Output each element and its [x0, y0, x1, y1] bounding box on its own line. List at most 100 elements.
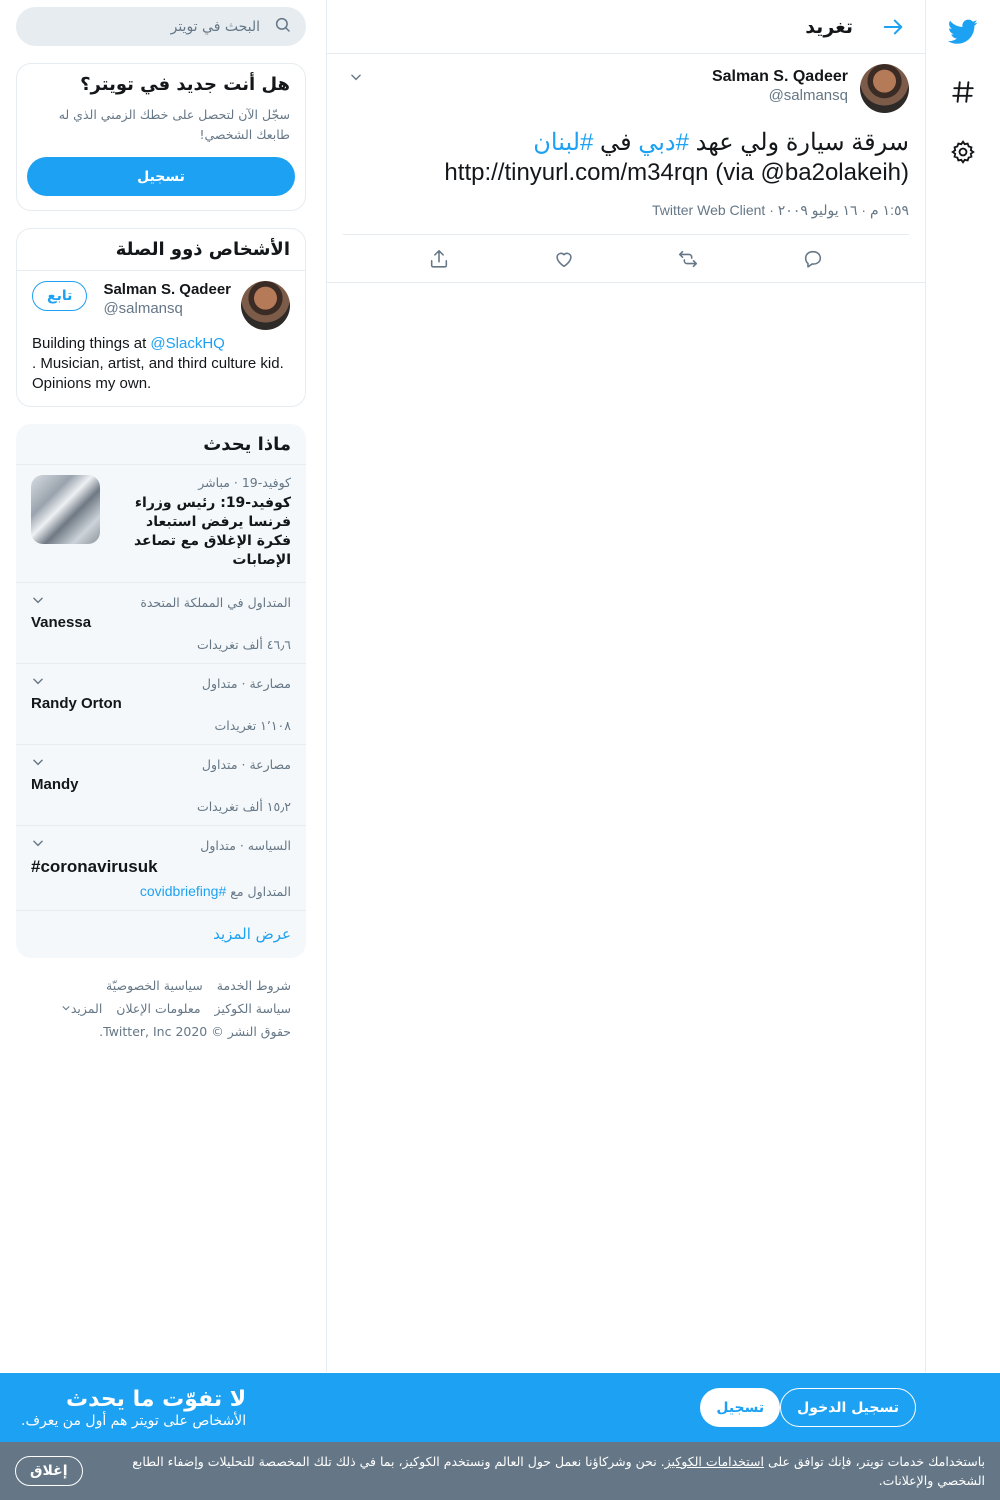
gear-icon[interactable]: [939, 128, 987, 176]
trend-top: المتداول في المملكة المتحدة: [31, 593, 291, 611]
person-row: Salman S. Qadeer @salmansq تابع: [32, 281, 231, 317]
news-item[interactable]: كوفيد-19 · مباشر كوفيد-19: رئيس وزراء فر…: [16, 465, 306, 583]
retweet-icon[interactable]: [669, 240, 707, 278]
trend-name: Vanessa: [31, 614, 92, 631]
author-avatar[interactable]: [860, 64, 909, 113]
cookie-policy-link[interactable]: استخدامات الكوكيز: [665, 1454, 764, 1469]
trends-card: ماذا يحدث كوفيد-19 · مباشر كوفيد-19: رئي…: [16, 424, 306, 958]
signup-card: هل أنت جديد في تويتر؟ سجّل الآن لتحصل عل…: [16, 63, 306, 211]
trend-item[interactable]: مصارعة · متداول Mandy ١٥٫٢ ألف تغريدات: [16, 745, 306, 826]
sidebar: هل أنت جديد في تويتر؟ سجّل الآن لتحصل عل…: [16, 0, 306, 1043]
tweet-meta: ١:٥٩ م · ١٦ يوليو ٢٠٠٩ · Twitter Web Cli…: [343, 202, 909, 235]
trend-name: #coronavirusuk: [31, 857, 158, 876]
back-arrow-icon[interactable]: [875, 9, 911, 45]
trend-top: السياسه · متداول: [31, 836, 291, 854]
chevron-down-icon: [61, 1001, 71, 1016]
person-name[interactable]: Salman S. Qadeer: [103, 281, 231, 298]
cookie-close-button[interactable]: إغلاق: [15, 1456, 83, 1486]
tweet-text-mid: في: [593, 129, 639, 156]
main-header: تغريد: [327, 0, 925, 54]
relevant-people-card: الأشخاص ذوو الصلة Salman S. Qadeer @salm…: [16, 228, 306, 407]
tweet-text: سرقة سيارة ولي عهد #دبي في #لبنان http:/…: [343, 128, 909, 188]
trend-context: المتداول في المملكة المتحدة: [140, 594, 291, 610]
trend-count: ١٥٫٢ ألف تغريدات: [196, 799, 291, 814]
relevant-people-title: الأشخاص ذوو الصلة: [17, 229, 305, 271]
tweet-timestamp[interactable]: ١:٥٩ م · ١٦ يوليو ٢٠٠٩: [778, 202, 909, 218]
chevron-down-icon[interactable]: [31, 836, 45, 854]
person-avatar[interactable]: [241, 281, 290, 330]
search-input[interactable]: [30, 18, 260, 35]
meta-separator: ·: [765, 202, 774, 218]
author-handle[interactable]: @salmansq: [769, 87, 848, 104]
trend-count: ١٬١٠٨ تغريدات: [214, 718, 291, 733]
trend-count-prefix: المتداول مع: [226, 884, 291, 899]
search-icon: [274, 16, 292, 38]
follow-button[interactable]: تابع: [32, 281, 88, 311]
footer-privacy-link[interactable]: سياسية الخصوصيّة: [106, 978, 203, 993]
hashtag-link-dubai[interactable]: #دبي: [638, 129, 689, 156]
hashtag-link-lebanon[interactable]: #لبنان: [533, 129, 593, 156]
bio-text-end: . Musician, artist, and third culture ki…: [32, 355, 284, 392]
footer-more-label: المزيد: [70, 1001, 103, 1016]
promo-login-button[interactable]: تسجيل الدخول: [780, 1388, 916, 1427]
tweet: Salman S. Qadeer @salmansq سرقة سيارة ول…: [327, 54, 925, 283]
trend-context: السياسه · متداول: [200, 837, 291, 853]
search-bar[interactable]: [16, 7, 306, 46]
chevron-down-icon[interactable]: [31, 674, 45, 692]
footer-ads-link[interactable]: معلومات الإعلان: [116, 1001, 200, 1016]
tweet-header: Salman S. Qadeer @salmansq: [343, 64, 909, 114]
news-title: كوفيد-19: رئيس وزراء فرنسا يرفض استبعاد …: [133, 495, 291, 568]
tweet-text-prefix: سرقة سيارة ولي عهد: [688, 129, 909, 156]
icon-rail: [926, 0, 1000, 1372]
reply-icon[interactable]: [794, 240, 832, 278]
cookie-banner: إغلاق باستخدامك خدمات تويتر، فإنك توافق …: [0, 1442, 1000, 1500]
author-info[interactable]: Salman S. Qadeer @salmansq: [369, 68, 848, 104]
bio-mention-link[interactable]: @SlackHQ: [150, 335, 224, 352]
page-title: تغريد: [805, 15, 853, 38]
tweet-actions: [327, 235, 925, 283]
hashtag-icon[interactable]: [939, 68, 987, 116]
footer-row-1: شروط الخدمة سياسية الخصوصيّة: [31, 974, 291, 997]
promo-buttons: تسجيل تسجيل الدخول: [700, 1388, 926, 1427]
trend-count: المتداول مع #covidbriefing: [31, 883, 291, 899]
trend-item[interactable]: مصارعة · متداول Randy Orton ١٬١٠٨ تغريدا…: [16, 664, 306, 745]
signup-button[interactable]: تسجيل: [27, 157, 295, 196]
trend-item[interactable]: السياسه · متداول #coronavirusuk المتداول…: [16, 826, 306, 911]
cookie-text: باستخدامك خدمات تويتر، فإنك توافق على اس…: [100, 1452, 985, 1490]
footer: شروط الخدمة سياسية الخصوصيّة سياسة الكوك…: [16, 958, 306, 1043]
trend-name: Randy Orton: [31, 695, 122, 712]
person-top: Salman S. Qadeer @salmansq تابع: [32, 281, 290, 330]
trend-context: مصارعة · متداول: [201, 675, 291, 691]
person-names: Salman S. Qadeer @salmansq: [103, 281, 231, 317]
cookie-text-start: باستخدامك خدمات تويتر، فإنك توافق على: [763, 1454, 985, 1469]
tweet-source[interactable]: Twitter Web Client: [652, 202, 765, 218]
person-handle[interactable]: @salmansq: [103, 300, 182, 317]
signup-title: هل أنت جديد في تويتر؟: [80, 74, 290, 95]
chevron-down-icon[interactable]: [31, 593, 45, 611]
footer-terms-link[interactable]: شروط الخدمة: [217, 978, 291, 993]
trend-hashtag-link[interactable]: #covidbriefing: [140, 883, 226, 899]
share-icon[interactable]: [420, 240, 458, 278]
footer-more-link[interactable]: المزيد: [61, 1001, 102, 1016]
signup-promo-banner: تسجيل تسجيل الدخول لا تفوّت ما يحدث الأش…: [0, 1373, 1000, 1442]
news-text: كوفيد-19 · مباشر كوفيد-19: رئيس وزراء فر…: [110, 475, 291, 570]
person-item[interactable]: Salman S. Qadeer @salmansq تابع Building…: [17, 271, 305, 406]
person-info: Salman S. Qadeer @salmansq تابع: [32, 281, 231, 317]
chevron-down-icon[interactable]: [343, 64, 369, 90]
trend-context: مصارعة · متداول: [201, 756, 291, 772]
trend-count: ٤٦٫٦ ألف تغريدات: [196, 637, 291, 652]
twitter-logo-icon[interactable]: [939, 8, 987, 56]
trend-top: مصارعة · متداول: [31, 755, 291, 773]
footer-cookies-link[interactable]: سياسة الكوكيز: [215, 1001, 291, 1016]
like-heart-icon[interactable]: [545, 240, 583, 278]
promo-signup-button[interactable]: تسجيل: [700, 1388, 781, 1427]
tweet-link-line: http://tinyurl.com/m34rqn (via @ba2olake…: [444, 159, 909, 186]
chevron-down-icon[interactable]: [31, 755, 45, 773]
show-more-link[interactable]: عرض المزيد: [16, 911, 306, 958]
author-name[interactable]: Salman S. Qadeer: [712, 68, 848, 86]
news-meta: كوفيد-19 · مباشر: [198, 475, 291, 490]
trend-item[interactable]: المتداول في المملكة المتحدة Vanessa ٤٦٫٦…: [16, 583, 306, 664]
trends-title: ماذا يحدث: [16, 424, 306, 465]
bio-text-start: Building things at: [32, 335, 151, 352]
promo-text: لا تفوّت ما يحدث الأشخاص على تويتر هم أو…: [21, 1387, 246, 1429]
